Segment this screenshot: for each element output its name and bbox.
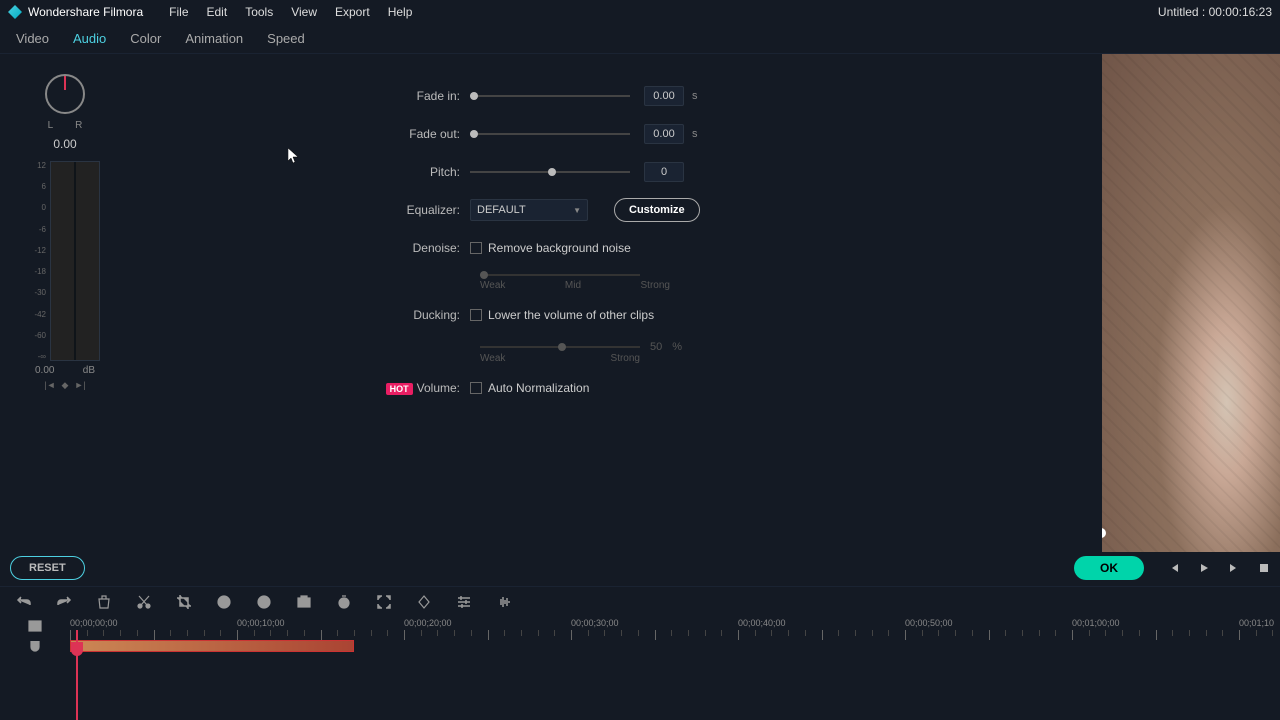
magnet-icon[interactable]: [27, 638, 43, 654]
tab-animation[interactable]: Animation: [185, 31, 243, 46]
ducking-checkbox[interactable]: [470, 309, 482, 321]
timeline-track[interactable]: [70, 640, 1280, 656]
tab-video[interactable]: Video: [16, 31, 49, 46]
next-frame-icon[interactable]: [1228, 562, 1240, 574]
vu-meter: 1260-6-12-18-30-42-60-∞: [30, 161, 100, 361]
pan-value: 0.00: [53, 137, 76, 151]
menu-file[interactable]: File: [169, 5, 188, 19]
vu-keyframe-icon[interactable]: ◆: [62, 380, 69, 391]
vu-next-icon[interactable]: ►|: [74, 380, 85, 391]
vu-prev-icon[interactable]: |◄: [44, 380, 55, 391]
fadeout-slider[interactable]: [470, 133, 630, 135]
fadeout-label: Fade out:: [130, 127, 470, 141]
denoise-label: Denoise:: [130, 241, 470, 255]
prev-frame-icon[interactable]: [1168, 562, 1180, 574]
vu-db-value: 0.00: [35, 365, 54, 376]
preview-panel: [1102, 54, 1280, 552]
vu-db-unit: dB: [83, 365, 95, 376]
equalizer-select[interactable]: DEFAULT▼: [470, 199, 588, 221]
ducking-label: Ducking:: [130, 308, 470, 322]
fadein-label: Fade in:: [130, 89, 470, 103]
ducking-slider: [480, 346, 640, 348]
expand-icon[interactable]: [376, 594, 392, 610]
fadeout-unit: s: [692, 128, 698, 140]
pan-l: L: [48, 120, 54, 131]
cut-icon[interactable]: [136, 594, 152, 610]
preview-thumbnail: [1102, 54, 1280, 552]
customize-button[interactable]: Customize: [614, 198, 700, 222]
pitch-label: Pitch:: [130, 165, 470, 179]
denoise-slider: [480, 274, 640, 276]
duration-icon[interactable]: [336, 594, 352, 610]
menu-view[interactable]: View: [291, 5, 317, 19]
menu-export[interactable]: Export: [335, 5, 370, 19]
keyframe-icon[interactable]: [416, 594, 432, 610]
color-icon[interactable]: [256, 594, 272, 610]
fadein-input[interactable]: [644, 86, 684, 106]
menu-tools[interactable]: Tools: [245, 5, 273, 19]
ducking-checkbox-label: Lower the volume of other clips: [488, 308, 654, 322]
crop-icon[interactable]: [176, 594, 192, 610]
timeline-clip[interactable]: [70, 640, 354, 652]
menu-help[interactable]: Help: [388, 5, 413, 19]
undo-icon[interactable]: [16, 594, 32, 610]
adjust-icon[interactable]: [456, 594, 472, 610]
volume-checkbox[interactable]: [470, 382, 482, 394]
tab-speed[interactable]: Speed: [267, 31, 305, 46]
play-icon[interactable]: [1198, 562, 1210, 574]
fadein-slider[interactable]: [470, 95, 630, 97]
app-logo: [8, 5, 22, 19]
pan-knob[interactable]: [45, 74, 85, 114]
audio-icon[interactable]: [496, 594, 512, 610]
denoise-checkbox[interactable]: [470, 242, 482, 254]
redo-icon[interactable]: [56, 594, 72, 610]
ok-button[interactable]: OK: [1074, 556, 1144, 580]
chevron-down-icon: ▼: [573, 206, 581, 215]
track-menu-icon[interactable]: [27, 618, 43, 634]
tab-color[interactable]: Color: [130, 31, 161, 46]
app-name: Wondershare Filmora: [28, 5, 143, 19]
screenshot-icon[interactable]: [296, 594, 312, 610]
tab-audio[interactable]: Audio: [73, 31, 106, 46]
reset-button[interactable]: RESET: [10, 556, 85, 580]
menu-edit[interactable]: Edit: [207, 5, 228, 19]
project-title: Untitled : 00:00:16:23: [1158, 5, 1272, 19]
delete-icon[interactable]: [96, 594, 112, 610]
playhead[interactable]: [76, 630, 78, 720]
fadeout-input[interactable]: [644, 124, 684, 144]
pitch-slider[interactable]: [470, 171, 630, 173]
equalizer-label: Equalizer:: [130, 203, 470, 217]
fadein-unit: s: [692, 90, 698, 102]
denoise-checkbox-label: Remove background noise: [488, 241, 631, 255]
volume-label: HOTVolume:: [130, 381, 470, 395]
volume-checkbox-label: Auto Normalization: [488, 381, 589, 395]
pitch-input[interactable]: [644, 162, 684, 182]
stop-icon[interactable]: [1258, 562, 1270, 574]
speed-icon[interactable]: [216, 594, 232, 610]
hot-badge: HOT: [386, 383, 413, 395]
pan-r: R: [75, 120, 82, 131]
